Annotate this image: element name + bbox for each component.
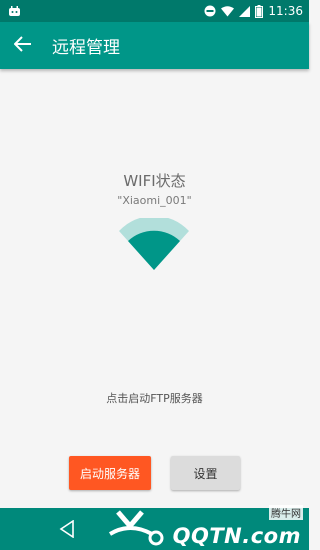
start-server-button[interactable]: 启动服务器 [69,456,151,490]
dnd-icon [204,5,216,17]
watermark-logo-icon [108,510,164,546]
watermark-brand: QQTN.com [172,524,301,548]
status-right: 11:36 [204,4,303,18]
ftp-hint-text: 点击启动FTP服务器 [106,392,203,405]
wifi-status-title: WIFI状态 [123,172,186,190]
signal-icon [239,5,251,17]
wifi-signal-level [128,230,180,270]
battery-icon [255,4,264,18]
back-button[interactable] [0,22,46,69]
page-title: 远程管理 [52,38,120,58]
settings-button[interactable]: 设置 [171,456,240,490]
watermark-sub: 腾牛网 [269,505,303,520]
wifi-ssid: "Xiaomi_001" [117,194,192,207]
nav-back-icon[interactable] [58,519,78,539]
status-bar: 11:36 [0,0,309,22]
status-time: 11:36 [268,4,303,18]
app-bar: 远程管理 [0,22,309,69]
watermark: 腾牛网 QQTN.com [100,502,309,550]
arrow-left-icon [13,35,32,56]
wifi-signal-icon [119,218,189,270]
wifi-icon [221,5,235,17]
android-debug-icon [8,5,21,17]
status-left [8,5,21,17]
